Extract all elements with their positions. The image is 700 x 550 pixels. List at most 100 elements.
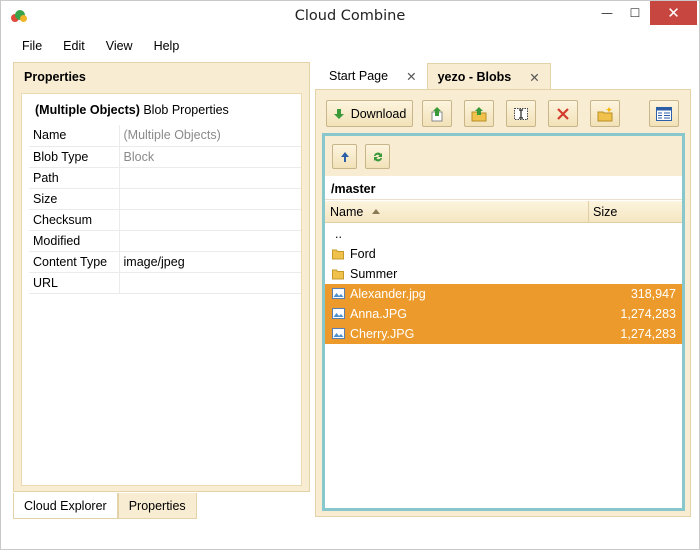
rename-button[interactable] bbox=[506, 100, 536, 127]
prop-key: Modified bbox=[29, 230, 120, 252]
prop-row[interactable]: Name (Multiple Objects) bbox=[29, 125, 301, 147]
app-window: Cloud Combine — ☐ ✕ File Edit View Help … bbox=[0, 0, 700, 550]
prop-value bbox=[119, 209, 301, 231]
new-folder-icon bbox=[597, 106, 613, 121]
item-name: Cherry.JPG bbox=[350, 327, 415, 341]
list-item-parent[interactable]: .. bbox=[325, 224, 682, 244]
prop-row[interactable]: Content Type image/jpeg bbox=[29, 251, 301, 273]
prop-row[interactable]: Path bbox=[29, 167, 301, 189]
close-button[interactable]: ✕ bbox=[650, 1, 697, 25]
refresh-icon bbox=[373, 152, 382, 161]
prop-key: URL bbox=[29, 272, 120, 294]
minimize-button[interactable]: — bbox=[593, 1, 621, 25]
blobs-panel: Download /master Name Size .. Ford Summe… bbox=[315, 89, 691, 517]
properties-table: Name (Multiple Objects) Blob Type Block Pa… bbox=[29, 125, 301, 294]
properties-box: (Multiple Objects) Blob Properties Name(… bbox=[21, 93, 302, 486]
prop-value: Block bbox=[119, 146, 301, 168]
maximize-button[interactable]: ☐ bbox=[621, 1, 649, 25]
object-title-bold: (Multiple Objects) bbox=[35, 103, 140, 117]
prop-row[interactable]: Blob Type Block bbox=[29, 146, 301, 168]
document-tabs: Start Page ✕ yezo - Blobs ✕ bbox=[319, 63, 551, 89]
download-label: Download bbox=[350, 106, 407, 121]
prop-row[interactable]: URL bbox=[29, 272, 301, 294]
prop-key: Checksum bbox=[29, 209, 120, 231]
menu-view[interactable]: View bbox=[106, 35, 133, 57]
column-divider[interactable] bbox=[588, 201, 589, 223]
prop-key: Size bbox=[29, 188, 120, 210]
properties-panel: Properties (Multiple Objects) Blob Prope… bbox=[13, 62, 310, 492]
upload-file-icon bbox=[431, 106, 443, 121]
download-button[interactable]: Download bbox=[326, 100, 413, 127]
object-title: (Multiple Objects) Blob Properties bbox=[35, 103, 229, 117]
tab-properties[interactable]: Properties bbox=[117, 493, 197, 519]
list-item-file[interactable]: Anna.JPG 1,274,283 bbox=[325, 304, 682, 324]
prop-row[interactable]: Size bbox=[29, 188, 301, 210]
current-path: /master bbox=[325, 176, 682, 200]
prop-value bbox=[119, 230, 301, 252]
item-name: Alexander.jpg bbox=[350, 287, 426, 301]
properties-header: Properties bbox=[24, 70, 86, 84]
prop-key: Path bbox=[29, 167, 120, 189]
menu-file[interactable]: File bbox=[22, 35, 42, 57]
list-item-file[interactable]: Alexander.jpg 318,947 bbox=[325, 284, 682, 304]
details-view-icon bbox=[656, 106, 672, 121]
new-folder-button[interactable] bbox=[590, 100, 620, 127]
list-item-folder[interactable]: Ford bbox=[325, 244, 682, 264]
menu-edit[interactable]: Edit bbox=[63, 35, 85, 57]
up-folder-button[interactable] bbox=[332, 144, 357, 169]
prop-value: (Multiple Objects) bbox=[119, 125, 301, 147]
item-name: Summer bbox=[350, 267, 398, 281]
item-name: .. bbox=[335, 227, 342, 241]
item-size: 318,947 bbox=[630, 287, 676, 301]
tab-yezo-blobs[interactable]: yezo - Blobs ✕ bbox=[426, 63, 551, 89]
browser-toolbar bbox=[325, 136, 682, 176]
prop-value bbox=[119, 272, 301, 294]
prop-row[interactable]: Checksum bbox=[29, 209, 301, 231]
rename-icon bbox=[514, 107, 528, 120]
delete-button[interactable] bbox=[548, 100, 578, 127]
item-size: 1,274,283 bbox=[620, 307, 676, 321]
tab-close-icon[interactable]: ✕ bbox=[406, 69, 416, 89]
arrow-up-icon bbox=[340, 151, 349, 162]
prop-key: Content Type bbox=[29, 251, 120, 273]
prop-key: Blob Type bbox=[29, 146, 120, 168]
image-file-icon bbox=[332, 308, 345, 319]
tab-close-icon[interactable]: ✕ bbox=[529, 70, 539, 89]
list-item-file[interactable]: Cherry.JPG 1,274,283 bbox=[325, 324, 682, 344]
prop-value bbox=[119, 167, 301, 189]
refresh-button[interactable] bbox=[365, 144, 390, 169]
upload-folder-icon bbox=[471, 106, 487, 121]
blob-browser: /master Name Size .. Ford Summer Alexand… bbox=[322, 133, 685, 511]
folder-icon bbox=[332, 249, 344, 260]
file-list: .. Ford Summer Alexander.jpg 318,947 Ann… bbox=[325, 224, 682, 344]
column-name-header[interactable]: Name bbox=[330, 205, 363, 219]
item-name: Anna.JPG bbox=[350, 307, 407, 321]
sort-ascending-icon bbox=[372, 209, 380, 214]
tab-start-page[interactable]: Start Page ✕ bbox=[319, 63, 427, 89]
tab-label: Start Page bbox=[329, 69, 389, 83]
list-item-folder[interactable]: Summer bbox=[325, 264, 682, 284]
image-file-icon bbox=[332, 328, 345, 339]
prop-value: image/jpeg bbox=[119, 251, 301, 273]
upload-folder-button[interactable] bbox=[464, 100, 494, 127]
left-bottom-tabs: Cloud Explorer Properties bbox=[13, 493, 197, 519]
upload-file-button[interactable] bbox=[422, 100, 452, 127]
image-file-icon bbox=[332, 288, 345, 299]
title-bar: Cloud Combine — ☐ ✕ bbox=[1, 1, 699, 33]
prop-key: Name bbox=[29, 125, 120, 147]
details-view-button[interactable] bbox=[649, 100, 679, 127]
tab-cloud-explorer[interactable]: Cloud Explorer bbox=[13, 493, 118, 519]
menu-help[interactable]: Help bbox=[154, 35, 180, 57]
delete-icon bbox=[557, 107, 569, 120]
download-arrow-icon bbox=[333, 108, 344, 119]
item-name: Ford bbox=[350, 247, 376, 261]
folder-icon bbox=[332, 269, 344, 280]
object-title-suffix: Blob Properties bbox=[139, 103, 229, 117]
column-header: Name Size bbox=[325, 201, 682, 223]
prop-row[interactable]: Modified bbox=[29, 230, 301, 252]
tab-label: yezo - Blobs bbox=[437, 70, 512, 84]
menu-bar: File Edit View Help bbox=[1, 35, 699, 57]
column-size-header[interactable]: Size bbox=[593, 205, 617, 219]
prop-value bbox=[119, 188, 301, 210]
item-size: 1,274,283 bbox=[620, 327, 676, 341]
